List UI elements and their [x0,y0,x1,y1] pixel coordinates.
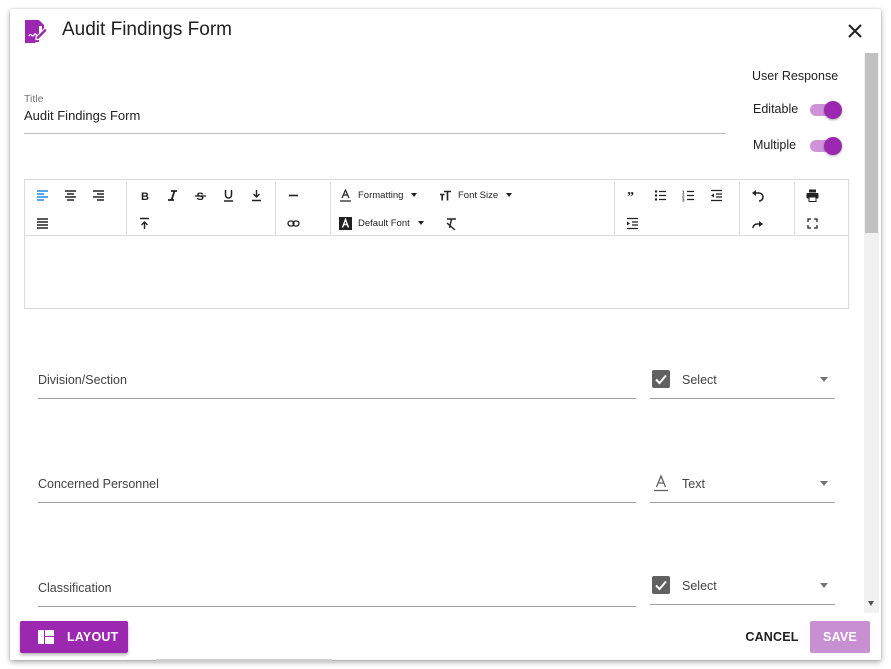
font-size-label: Font Size [458,189,499,201]
toolbar-group-text-style: B S [127,182,276,234]
strikethrough-icon[interactable]: S [189,184,211,206]
layout-button-label: LAYOUT [67,630,119,644]
default-font-dropdown[interactable]: Default Font [339,212,424,234]
bold-icon[interactable]: B [133,184,155,206]
scrollbar-thumb[interactable] [865,53,878,233]
caret-down-icon [820,377,828,382]
save-button[interactable]: SAVE [810,621,870,653]
formatting-dropdown[interactable]: Formatting [339,184,418,206]
multiple-switch[interactable] [810,137,842,155]
undo-icon[interactable] [746,184,768,206]
bullet-list-icon[interactable] [649,184,671,206]
checkbox-icon [652,576,670,594]
field-row[interactable]: Division/Section [38,359,636,399]
svg-text:3: 3 [682,197,685,202]
indent-icon[interactable] [621,212,643,234]
switch-knob [824,137,842,155]
svg-text:B: B [141,191,149,202]
underline-icon[interactable] [217,184,239,206]
editor-body[interactable] [25,237,848,309]
text-color-icon [339,188,352,202]
cancel-button[interactable]: CANCEL [740,621,804,653]
title-field-label: Title [24,93,44,105]
form-dialog: Audit Findings Form Title User Response … [10,9,881,660]
edit-document-icon [25,20,48,43]
editable-switch[interactable] [810,101,842,119]
numbered-list-icon[interactable]: 123 [677,184,699,206]
field-label: Division/Section [38,373,127,387]
scroll-down-icon[interactable] [868,601,874,606]
font-size-icon [439,189,452,202]
field-type-value: Select [682,579,717,593]
caret-down-icon [506,193,513,197]
fullscreen-icon[interactable] [801,212,823,234]
align-justify-icon[interactable] [31,212,53,234]
field-label: Concerned Personnel [38,477,159,491]
toolbar-group-block: ” 123 [615,182,740,234]
horizontal-rule-icon[interactable] [282,184,304,206]
link-icon[interactable] [282,212,304,234]
caret-down-icon [820,583,828,588]
switch-knob [824,101,842,119]
rich-text-editor: B S [24,179,849,309]
field-type-select[interactable]: Select [650,565,835,605]
field-type-value: Text [682,477,705,491]
user-response-heading: User Response [752,69,839,83]
close-icon[interactable] [844,20,866,42]
svg-text:”: ” [627,190,634,202]
field-type-select[interactable]: Select [650,359,835,399]
field-row[interactable]: Concerned Personnel [38,463,636,503]
vertical-scrollbar[interactable] [864,53,879,613]
dialog-content[interactable]: Title User Response Editable Multiple [10,53,881,613]
dialog-title: Audit Findings Form [62,19,233,40]
align-right-icon[interactable] [87,184,109,206]
layout-button[interactable]: LAYOUT [20,621,128,653]
formatting-label: Formatting [358,189,404,201]
caret-down-icon [417,221,424,225]
outdent-icon[interactable] [705,184,727,206]
background-divider [156,659,332,661]
italic-icon[interactable] [161,184,183,206]
caret-down-icon [820,481,828,486]
clear-format-icon[interactable] [440,212,462,234]
align-left-icon[interactable] [31,184,53,206]
align-center-icon[interactable] [59,184,81,206]
toolbar-group-insert [276,182,331,234]
print-icon[interactable] [801,184,823,206]
title-input[interactable] [24,108,714,123]
layout-icon [38,630,54,644]
field-type-value: Select [682,373,717,387]
field-type-select[interactable]: Text [650,463,835,503]
superscript-icon[interactable] [133,212,155,234]
toolbar-group-format: Formatting Font Size Default Font [331,182,615,234]
field-row[interactable]: Classification [38,567,636,607]
dialog-footer: LAYOUT CANCEL SAVE [10,613,881,660]
multiple-label: Multiple [753,138,797,152]
toolbar-group-align [25,182,127,234]
title-field[interactable]: Title [24,93,726,134]
text-format-icon [654,474,668,492]
font-family-icon [339,216,352,230]
editable-label: Editable [753,102,799,116]
font-size-dropdown[interactable]: Font Size [439,184,513,206]
default-font-label: Default Font [358,217,410,229]
toolbar-group-view [795,182,848,234]
field-label: Classification [38,581,112,595]
checkbox-icon [652,370,670,388]
redo-icon[interactable] [746,212,768,234]
subscript-icon[interactable] [245,184,267,206]
editor-toolbar: B S [25,180,848,236]
toolbar-group-history [740,182,795,234]
blockquote-icon[interactable]: ” [621,184,643,206]
dialog-header: Audit Findings Form [10,9,881,53]
caret-down-icon [411,193,418,197]
